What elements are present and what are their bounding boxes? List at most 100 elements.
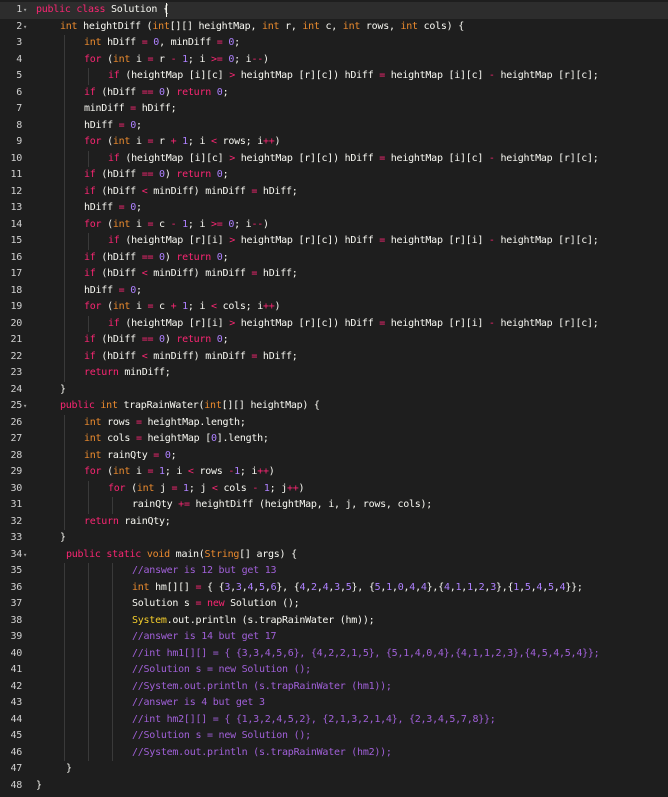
code-line[interactable]: 41 //Solution s = new Solution (); (0, 662, 668, 679)
code-line[interactable]: 33} (0, 530, 668, 547)
indent-guide (64, 35, 65, 52)
code-text: if (hDiff < minDiff) minDiff = hDiff; (84, 184, 298, 201)
code-line[interactable]: 15 if (heightMap [r][i] > heightMap [r][c… (0, 233, 668, 250)
code-text: Solution s = new Solution (); (132, 596, 300, 613)
code-line[interactable]: 31 rainQty += heightDiff (heightMap, i, j… (0, 497, 668, 514)
code-line[interactable]: 46 //System.out.println (s.trapRainWater … (0, 744, 668, 762)
fold-arrow-icon[interactable]: ▾ (23, 2, 29, 19)
code-line[interactable]: 43 //answer is 4 but get 3 (0, 695, 668, 712)
indent-guide (64, 167, 65, 184)
code-token: ; (135, 284, 142, 296)
fold-arrow-icon[interactable]: ▾ (23, 398, 29, 415)
code-line[interactable]: 2 ▾ int heightDiff (int[][] heightMap, int… (0, 19, 668, 36)
code-line[interactable]: 21 if (hDiff == 0) return 0; (0, 332, 668, 349)
code-token: int (261, 20, 280, 32)
indent-guide (88, 579, 89, 596)
code-line[interactable]: 30 for (int j = 1; j < cols - 1; j++) (0, 480, 668, 497)
code-token: == (141, 169, 154, 180)
line-number: 16 (10, 251, 22, 263)
code-line[interactable]: 26 int rows = heightMap.length; (0, 414, 668, 432)
code-line[interactable]: 29 for (int i = 1; i < rows -1; i++) (0, 464, 668, 481)
code-token: ; i (187, 301, 212, 312)
code-line[interactable]: 17 if (hDiff < minDiff) minDiff = hDiff; (0, 266, 668, 283)
code-token: rows (101, 416, 136, 428)
code-line[interactable]: 38 System.out.println (s.trapRainWater (h… (0, 612, 668, 629)
line-number: 18 (10, 284, 22, 296)
code-token: cols (217, 482, 253, 494)
code-line[interactable]: 47} (0, 761, 668, 778)
code-line[interactable]: 10 if (heightMap [i][c] > heightMap [r][c… (0, 150, 668, 168)
code-line[interactable]: 5 if (heightMap [i][c] > heightMap [r][c]… (0, 68, 668, 85)
code-line[interactable]: 19 for (int i = c + 1; i < cols; i++) (0, 299, 668, 316)
indent-guide (64, 447, 65, 464)
code-line[interactable]: 35 //answer is 12 but get 13 (0, 563, 668, 580)
indent-guide (64, 464, 65, 481)
indent-guide (64, 134, 65, 151)
code-line[interactable]: 6 if (hDiff == 0) return 0; (0, 84, 668, 101)
code-line[interactable]: 45 //Solution s = new Solution (); (0, 728, 668, 745)
code-line[interactable]: 27 int cols = heightMap [0].length; (0, 431, 668, 448)
code-line[interactable]: 12 if (hDiff < minDiff) minDiff = hDiff; (0, 183, 668, 201)
code-line[interactable]: 13 hDiff = 0; (0, 200, 668, 217)
code-line[interactable]: 16 if (hDiff == 0) return 0; (0, 249, 668, 266)
code-line[interactable]: 4 for (int i = r - 1; i >= 0; i--) (0, 51, 668, 68)
code-editor[interactable]: 1 ▾ public class Solution {2 ▾ int heightDif… (0, 2, 668, 797)
code-line[interactable]: 22 if (hDiff < minDiff) minDiff = hDiff; (0, 348, 668, 365)
code-token: (hDiff (95, 268, 142, 279)
code-token: System (132, 614, 167, 626)
code-token: == (141, 86, 154, 98)
code-text: //answer is 14 but get 17 (132, 629, 277, 646)
code-token: for (84, 466, 102, 477)
indent-guide (112, 744, 113, 761)
code-token: ( (101, 301, 113, 312)
code-line[interactable]: 42 //System.out.println (s.trapRainWater … (0, 678, 668, 695)
code-line[interactable]: 3 int hDiff = 0, minDiff = 0; (0, 35, 668, 52)
line-number: 47 (10, 763, 22, 774)
code-text: //System.out.println (s.trapRainWater (h… (132, 745, 392, 762)
fold-arrow-icon[interactable]: ▾ (23, 547, 29, 564)
code-line[interactable]: 9 for (int i = r + 1; i < rows; i++) (0, 134, 668, 151)
code-line[interactable]: 34 ▾ public static void main(String[] args… (0, 547, 668, 564)
code-text: if (heightMap [i][c] > heightMap [r][c])… (108, 151, 599, 168)
code-token: return (84, 515, 119, 527)
code-token: for (84, 301, 102, 312)
code-text: for (int i = r + 1; i < rows; i++) (84, 134, 281, 151)
code-token: ; i (164, 466, 188, 477)
code-line[interactable]: 24} (0, 382, 668, 399)
code-line[interactable]: 48} (0, 778, 668, 795)
line-number: 31 (10, 499, 22, 510)
code-token: //Solution s = new Solution (); (132, 730, 311, 741)
code-line[interactable]: 32 return rainQty; (0, 513, 668, 530)
code-text: //answer is 12 but get 13 (132, 563, 277, 580)
code-line[interactable]: 8 hDiff = 0; (0, 117, 668, 134)
code-line[interactable]: 40 //int hm1[][] = { {3,3,4,5,6}, {4,2,2,… (0, 645, 668, 662)
code-token: int (100, 400, 118, 411)
code-line[interactable]: 20 if (heightMap [r][i] > heightMap [r][c… (0, 315, 668, 332)
code-line[interactable]: 28 int rainQty = 0; (0, 447, 668, 464)
line-number: 45 (10, 730, 22, 741)
code-line[interactable]: 23 return minDiff; (0, 365, 668, 382)
code-line[interactable]: 11 if (hDiff == 0) return 0; (0, 167, 668, 184)
fold-arrow-icon[interactable]: ▾ (23, 19, 29, 36)
indent-guide (64, 68, 65, 85)
code-token: new (207, 598, 225, 609)
line-number: 8 (16, 119, 22, 131)
code-line[interactable]: 18 hDiff = 0; (0, 282, 668, 299)
code-line[interactable]: 37 Solution s = new Solution (); (0, 596, 668, 613)
code-line[interactable]: 14 for (int i = c - 1; i >= 0; i--) (0, 216, 668, 233)
code-line[interactable]: 1 ▾ public class Solution { (0, 2, 668, 19)
code-token: j (154, 482, 172, 494)
code-token: hDiff (101, 37, 142, 48)
code-line[interactable]: 36 int hm[][] = { {3,3,4,5,6}, {4,2,4,3,5… (0, 579, 668, 596)
code-line[interactable]: 44 //int hm2[][] = { {1,3,2,4,5,2}, {2,1,… (0, 711, 668, 728)
indent-guide (112, 711, 113, 728)
indent-guide (112, 497, 113, 514)
code-text: int rows = heightMap.length; (84, 415, 246, 432)
code-token: heightMap [ (141, 433, 211, 444)
code-line[interactable]: 39 //answer is 14 but get 17 (0, 629, 668, 646)
code-token: heightMap [r][i] (385, 235, 489, 246)
code-token: ( (101, 466, 113, 477)
code-line[interactable]: 7 minDiff = hDiff; (0, 101, 668, 118)
code-line[interactable]: 25 ▾ public int trapRainWater(int[][] heig… (0, 398, 668, 415)
code-token: [][] heightMap) { (221, 400, 320, 411)
